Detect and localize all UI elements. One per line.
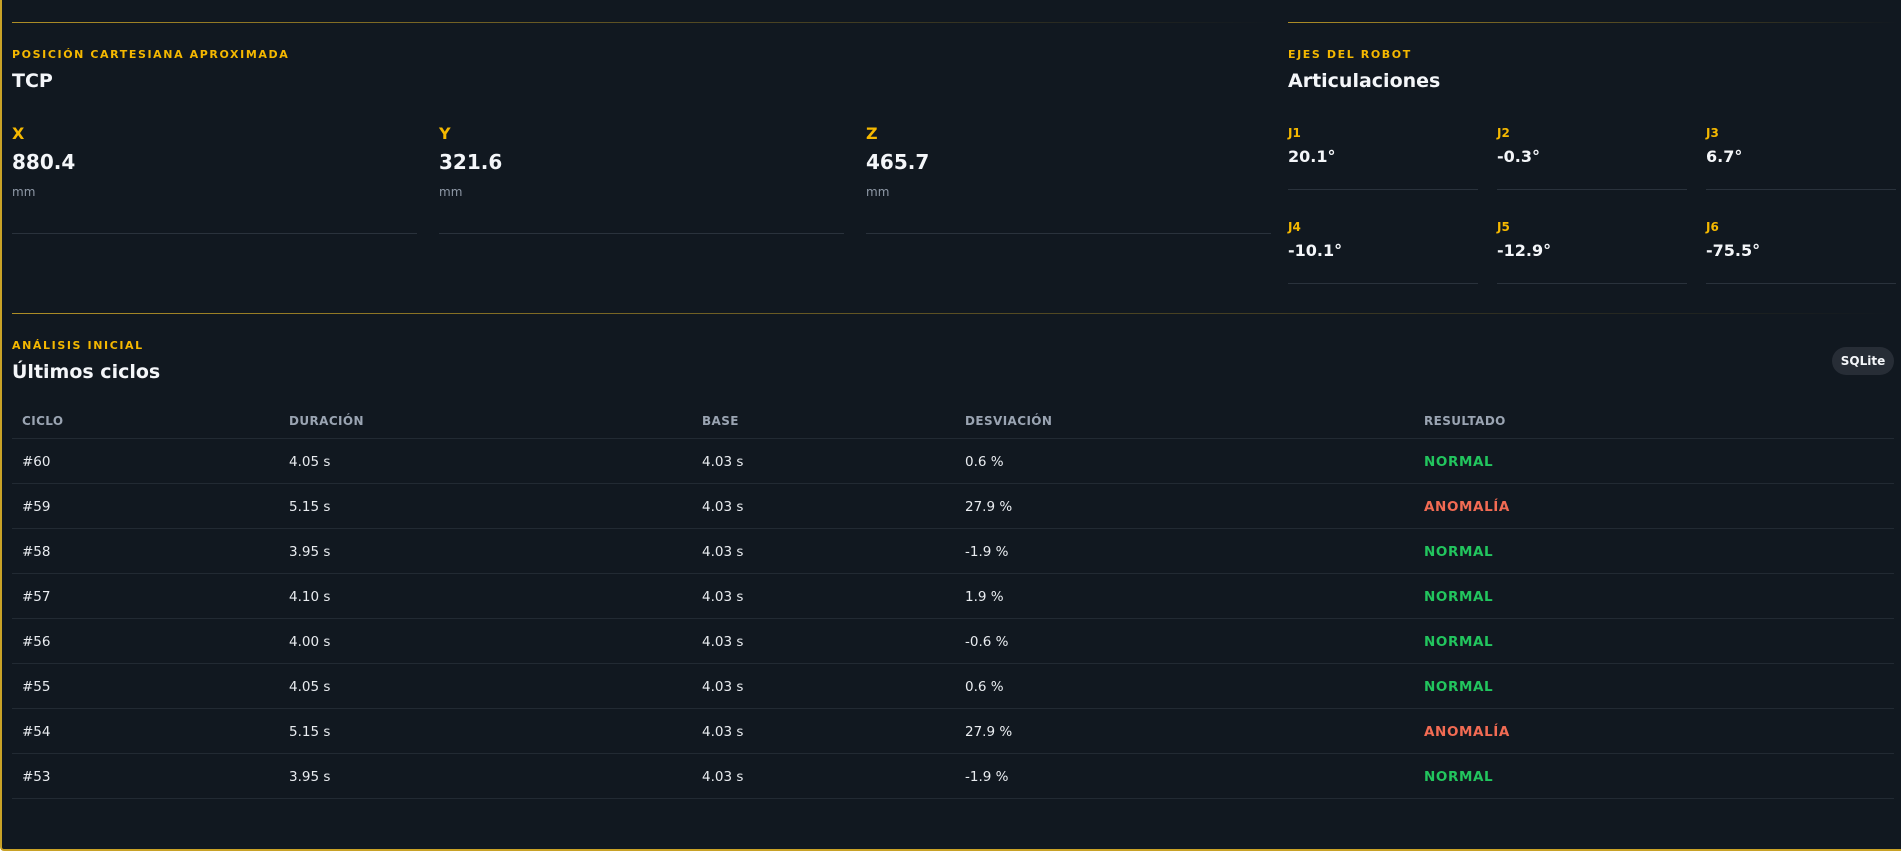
cell-cycle: #53: [22, 769, 51, 785]
table-row: #58 3.95 s 4.03 s -1.9 % NORMAL: [12, 529, 1894, 574]
joint-value: 6.7°: [1706, 147, 1743, 166]
joint-label: J1: [1288, 126, 1301, 140]
metric-y: Y 321.6 mm: [439, 124, 844, 234]
cell-duration: 5.15 s: [289, 724, 331, 740]
table-row: #56 4.00 s 4.03 s -0.6 % NORMAL: [12, 619, 1894, 664]
cell-duration: 4.05 s: [289, 454, 331, 470]
cell-base: 4.03 s: [702, 769, 744, 785]
metric-label: Z: [866, 124, 878, 143]
joint-value: 20.1°: [1288, 147, 1336, 166]
metric-value: 321.6: [439, 150, 503, 174]
dashboard-panel: POSICIÓN CARTESIANA APROXIMADA TCP X 880…: [0, 0, 1901, 851]
column-header-cycle: CICLO: [22, 414, 64, 428]
cell-base: 4.03 s: [702, 544, 744, 560]
cell-duration: 4.10 s: [289, 589, 331, 605]
metric-unit: mm: [439, 185, 463, 199]
cell-result: NORMAL: [1424, 589, 1494, 605]
section-divider: [12, 22, 1272, 23]
section-divider: [12, 313, 1897, 314]
cartesian-title: TCP: [12, 70, 53, 92]
metric-unit: mm: [866, 185, 890, 199]
metric-x: X 880.4 mm: [12, 124, 417, 234]
joint-j5: J5 -12.9°: [1497, 220, 1687, 284]
axes-eyebrow: EJES DEL ROBOT: [1288, 48, 1412, 61]
cell-cycle: #58: [22, 544, 51, 560]
cell-cycle: #57: [22, 589, 51, 605]
analysis-title: Últimos ciclos: [12, 361, 161, 383]
cell-deviation: 1.9 %: [965, 589, 1004, 605]
cell-result: NORMAL: [1424, 769, 1494, 785]
cell-base: 4.03 s: [702, 679, 744, 695]
cell-base: 4.03 s: [702, 499, 744, 515]
joint-value: -12.9°: [1497, 241, 1552, 260]
sqlite-badge: SQLite: [1832, 347, 1894, 375]
cell-duration: 4.00 s: [289, 634, 331, 650]
cell-duration: 4.05 s: [289, 679, 331, 695]
cell-deviation: 27.9 %: [965, 499, 1013, 515]
cell-cycle: #60: [22, 454, 51, 470]
table-row: #54 5.15 s 4.03 s 27.9 % ANOMALÍA: [12, 709, 1894, 754]
cell-base: 4.03 s: [702, 724, 744, 740]
joint-label: J2: [1497, 126, 1510, 140]
column-header-base: BASE: [702, 414, 739, 428]
cell-result: ANOMALÍA: [1424, 724, 1510, 740]
table-row: #55 4.05 s 4.03 s 0.6 % NORMAL: [12, 664, 1894, 709]
metric-label: X: [12, 124, 25, 143]
cartesian-eyebrow: POSICIÓN CARTESIANA APROXIMADA: [12, 48, 290, 61]
metric-unit: mm: [12, 185, 36, 199]
cell-cycle: #56: [22, 634, 51, 650]
metric-value: 465.7: [866, 150, 930, 174]
section-divider: [1288, 22, 1898, 23]
cell-result: NORMAL: [1424, 544, 1494, 560]
column-header-deviation: DESVIACIÓN: [965, 414, 1053, 428]
metric-label: Y: [439, 124, 451, 143]
cell-base: 4.03 s: [702, 634, 744, 650]
table-row: #57 4.10 s 4.03 s 1.9 % NORMAL: [12, 574, 1894, 619]
column-header-duration: DURACIÓN: [289, 414, 364, 428]
cell-result: ANOMALÍA: [1424, 499, 1510, 515]
cell-cycle: #55: [22, 679, 51, 695]
cell-duration: 3.95 s: [289, 769, 331, 785]
table-header: CICLO DURACIÓN BASE DESVIACIÓN RESULTADO: [12, 402, 1894, 439]
cell-base: 4.03 s: [702, 589, 744, 605]
joint-j1: J1 20.1°: [1288, 126, 1478, 190]
cell-deviation: 0.6 %: [965, 679, 1004, 695]
cell-result: NORMAL: [1424, 679, 1494, 695]
cell-deviation: -1.9 %: [965, 544, 1009, 560]
cell-result: NORMAL: [1424, 634, 1494, 650]
cell-deviation: -1.9 %: [965, 769, 1009, 785]
joint-j2: J2 -0.3°: [1497, 126, 1687, 190]
cell-deviation: -0.6 %: [965, 634, 1009, 650]
cell-cycle: #54: [22, 724, 51, 740]
cell-cycle: #59: [22, 499, 51, 515]
cell-base: 4.03 s: [702, 454, 744, 470]
table-row: #53 3.95 s 4.03 s -1.9 % NORMAL: [12, 754, 1894, 799]
screen: POSICIÓN CARTESIANA APROXIMADA TCP X 880…: [0, 0, 1902, 851]
analysis-eyebrow: ANÁLISIS INICIAL: [12, 339, 144, 352]
column-header-result: RESULTADO: [1424, 414, 1506, 428]
joint-value: -75.5°: [1706, 241, 1761, 260]
metric-value: 880.4: [12, 150, 76, 174]
cell-deviation: 0.6 %: [965, 454, 1004, 470]
joint-label: J6: [1706, 220, 1719, 234]
cell-result: NORMAL: [1424, 454, 1494, 470]
joint-label: J5: [1497, 220, 1510, 234]
joint-label: J4: [1288, 220, 1301, 234]
table-row: #59 5.15 s 4.03 s 27.9 % ANOMALÍA: [12, 484, 1894, 529]
joint-label: J3: [1706, 126, 1719, 140]
axes-title: Articulaciones: [1288, 70, 1441, 92]
cell-deviation: 27.9 %: [965, 724, 1013, 740]
joint-value: -0.3°: [1497, 147, 1540, 166]
cycles-table: CICLO DURACIÓN BASE DESVIACIÓN RESULTADO…: [12, 402, 1894, 799]
metric-z: Z 465.7 mm: [866, 124, 1271, 234]
joint-j6: J6 -75.5°: [1706, 220, 1896, 284]
cell-duration: 3.95 s: [289, 544, 331, 560]
table-body: #60 4.05 s 4.03 s 0.6 % NORMAL #59 5.15 …: [12, 439, 1894, 799]
joint-j4: J4 -10.1°: [1288, 220, 1478, 284]
table-row: #60 4.05 s 4.03 s 0.6 % NORMAL: [12, 439, 1894, 484]
cell-duration: 5.15 s: [289, 499, 331, 515]
joint-value: -10.1°: [1288, 241, 1343, 260]
joint-j3: J3 6.7°: [1706, 126, 1896, 190]
